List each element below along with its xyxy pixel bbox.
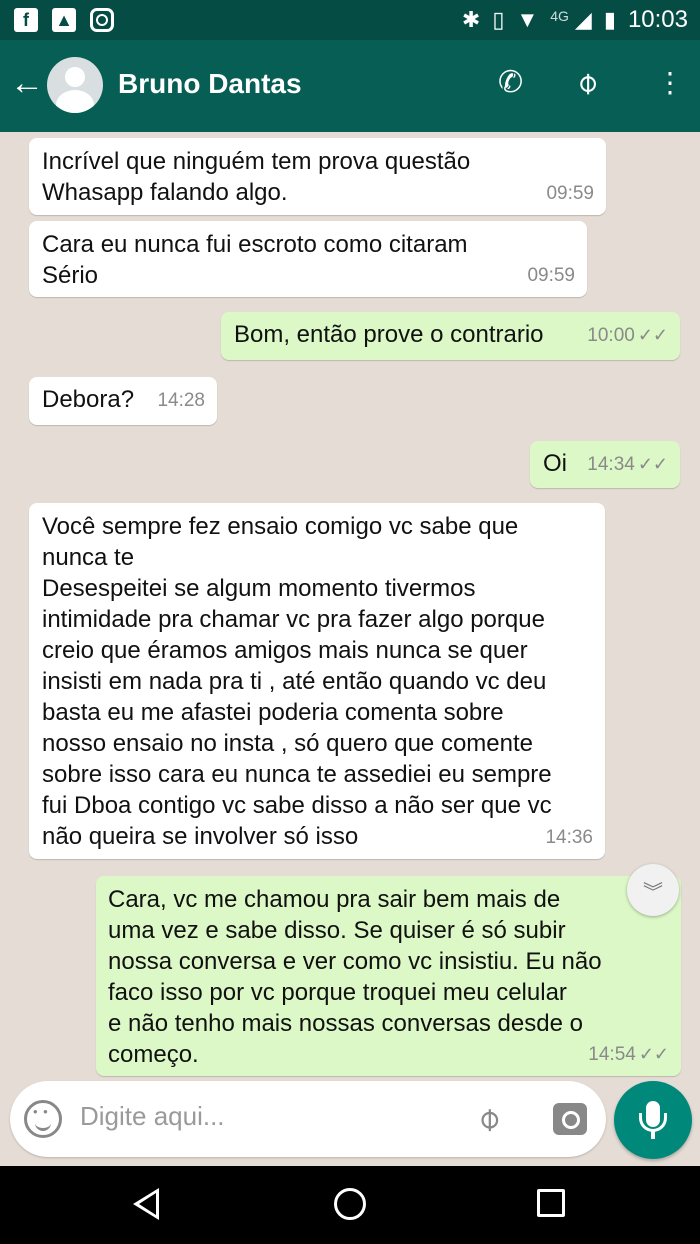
status-time: 10:03 (627, 6, 688, 33)
instagram-icon (90, 8, 114, 32)
nav-home-icon[interactable] (334, 1188, 366, 1220)
nav-recents-icon[interactable] (537, 1189, 565, 1217)
message-incoming: Você sempre fez ensaio comigo vc sabe qu… (29, 503, 605, 859)
message-input[interactable]: Digite aqui... (80, 1101, 225, 1132)
message-incoming: Cara eu nunca fui escroto como citaram S… (29, 221, 587, 297)
message-incoming: Incrível que ninguém tem prova questão W… (29, 138, 606, 215)
contact-name[interactable]: Bruno Dantas (118, 68, 302, 100)
facebook-icon: f (14, 8, 38, 32)
message-outgoing: Bom, então prove o contrario 10:00 ✓✓ (221, 312, 680, 360)
message-text: Cara, vc me chamou pra sair bem mais de … (108, 886, 602, 1068)
battery-icon: ▮ (603, 7, 616, 32)
message-incoming: Debora? 14:28 (29, 377, 217, 425)
message-outgoing: Cara, vc me chamou pra sair bem mais de … (96, 876, 681, 1076)
status-bar: f ▲ ✱ ▯ ▼ 4G ◢ ▮ 10:03 (0, 0, 700, 40)
read-ticks-icon: ✓✓ (637, 454, 668, 474)
navigation-bar (0, 1166, 700, 1244)
camera-icon[interactable] (553, 1103, 587, 1135)
message-time: 14:34 ✓✓ (587, 454, 668, 475)
message-text: Você sempre fez ensaio comigo vc sabe qu… (42, 513, 552, 850)
message-text: Incrível que ninguém tem prova questão W… (42, 148, 471, 206)
nav-back-icon[interactable] (133, 1188, 159, 1220)
message-text: Cara eu nunca fui escroto como citaram S… (42, 231, 468, 289)
read-ticks-icon: ✓✓ (638, 1044, 669, 1064)
message-time: 14:28 (157, 390, 205, 411)
bluetooth-icon: ✱ (461, 7, 481, 32)
avatar[interactable] (47, 57, 103, 113)
scroll-down-icon[interactable]: ︾ (627, 864, 679, 916)
message-time: 09:59 (527, 265, 575, 286)
message-time: 10:00 ✓✓ (587, 325, 668, 346)
mic-icon[interactable] (614, 1081, 692, 1159)
gallery-icon: ▲ (52, 8, 76, 32)
read-ticks-icon: ✓✓ (637, 325, 668, 345)
attach-icon[interactable]: ⌀ (467, 1098, 507, 1138)
phone-icon[interactable]: ✆ (498, 66, 523, 100)
message-time: 14:54 ✓✓ (588, 1044, 669, 1065)
message-outgoing: Oi 14:34 ✓✓ (530, 441, 680, 488)
vibrate-icon: ▯ (492, 7, 505, 32)
network-type: 4G (550, 8, 569, 24)
signal-icon: ◢ (574, 7, 592, 32)
chat-area[interactable]: Incrível que ninguém tem prova questão W… (0, 132, 700, 1077)
attach-icon[interactable]: ⌀ (569, 65, 606, 102)
emoji-icon[interactable] (24, 1100, 62, 1138)
wifi-icon: ▼ (516, 7, 539, 32)
message-time: 14:36 (545, 827, 593, 848)
back-arrow-icon[interactable]: ← (10, 66, 44, 100)
message-time: 09:59 (546, 183, 594, 204)
chat-header: ← Bruno Dantas ✆ ⌀ ⋮ (0, 40, 700, 132)
message-composer[interactable]: Digite aqui... ⌀ (10, 1081, 606, 1157)
more-icon[interactable]: ⋮ (656, 66, 684, 100)
